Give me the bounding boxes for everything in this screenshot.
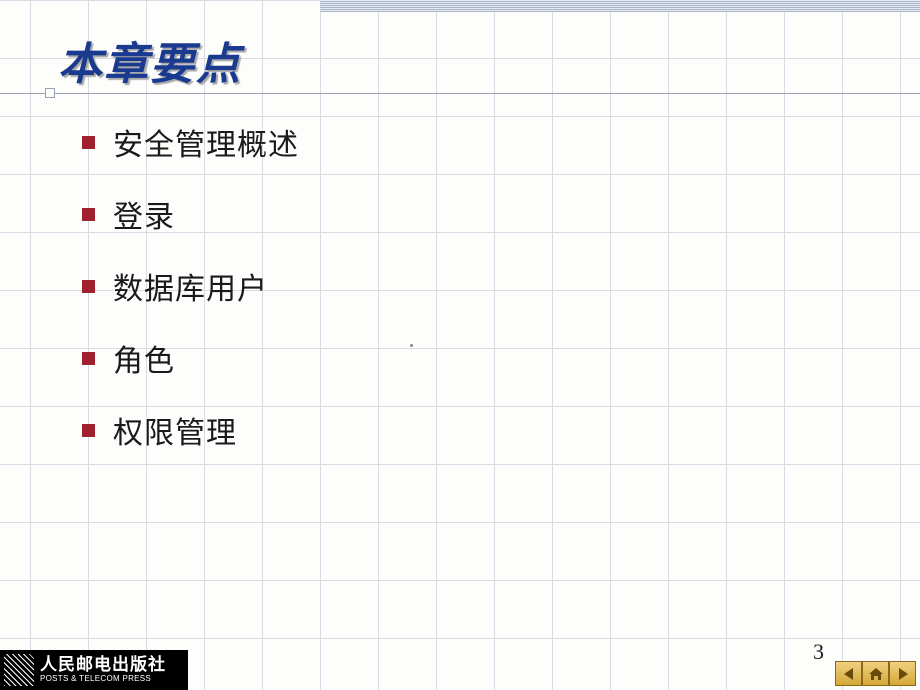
publisher-name-en: POSTS & TELECOM PRESS <box>40 675 166 684</box>
bullet-icon <box>82 424 95 437</box>
dot-artifact <box>410 344 413 347</box>
bullet-icon <box>82 280 95 293</box>
bullet-text: 安全管理概述 <box>113 120 299 164</box>
publisher-hatch-icon <box>4 654 34 686</box>
top-decorative-bar <box>320 0 920 12</box>
triangle-right-icon <box>896 667 910 681</box>
title-marker-square <box>45 88 55 98</box>
bullet-text: 数据库用户 <box>113 264 268 308</box>
bullet-text: 角色 <box>113 336 175 380</box>
bullet-text: 登录 <box>113 192 175 236</box>
title-underline <box>0 93 920 94</box>
list-item: 登录 <box>82 192 299 236</box>
nav-button-group <box>835 661 916 686</box>
list-item: 数据库用户 <box>82 264 299 308</box>
publisher-logo: 人民邮电出版社 POSTS & TELECOM PRESS <box>0 650 188 690</box>
list-item: 权限管理 <box>82 408 299 452</box>
publisher-name-cn: 人民邮电出版社 <box>40 656 166 675</box>
home-icon <box>868 667 884 681</box>
publisher-text-block: 人民邮电出版社 POSTS & TELECOM PRESS <box>40 656 166 683</box>
bullet-list: 安全管理概述 登录 数据库用户 角色 权限管理 <box>82 120 299 480</box>
home-button[interactable] <box>862 661 889 686</box>
slide-title: 本章要点 <box>58 28 242 92</box>
triangle-left-icon <box>842 667 856 681</box>
bullet-icon <box>82 208 95 221</box>
bullet-icon <box>82 352 95 365</box>
bullet-icon <box>82 136 95 149</box>
prev-button[interactable] <box>835 661 862 686</box>
bullet-text: 权限管理 <box>113 408 237 452</box>
next-button[interactable] <box>889 661 916 686</box>
list-item: 角色 <box>82 336 299 380</box>
page-number: 3 <box>813 639 824 665</box>
list-item: 安全管理概述 <box>82 120 299 164</box>
